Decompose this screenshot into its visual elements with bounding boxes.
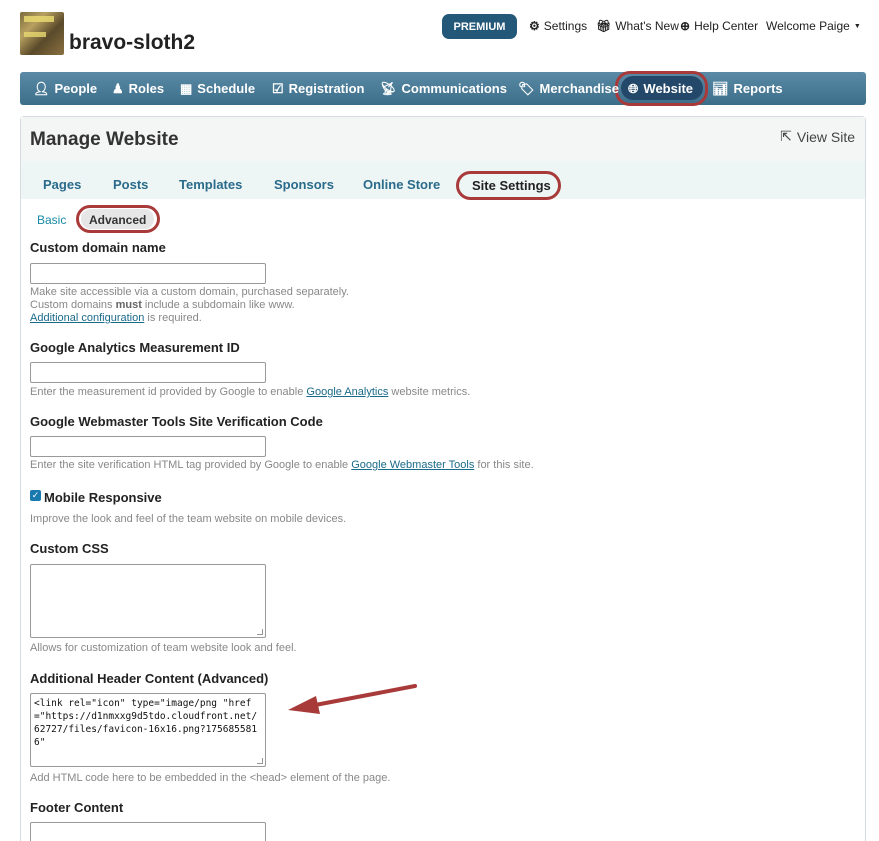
nav-roles-label: Roles xyxy=(128,81,165,96)
nav-registration[interactable]: ☑ Registration xyxy=(272,72,365,105)
custom-domain-help-line1: Make site accessible via a custom domain… xyxy=(30,286,349,298)
google-analytics-link[interactable]: Google Analytics xyxy=(306,386,388,398)
mobile-responsive-label: Mobile Responsive xyxy=(44,490,162,505)
ga-label: Google Analytics Measurement ID xyxy=(30,340,240,355)
custom-domain-help: Make site accessible via a custom domain… xyxy=(30,286,349,325)
custom-domain-help-line2: Custom domains must include a subdomain … xyxy=(30,299,349,312)
checklist-icon: ☑ xyxy=(272,80,284,96)
nav-registration-label: Registration xyxy=(288,81,365,96)
footer-content-textarea[interactable] xyxy=(30,822,266,841)
person-icon: 👤︎ xyxy=(33,80,50,96)
custom-domain-help-line3: Additional configuration is required. xyxy=(30,312,349,325)
custom-css-textarea[interactable] xyxy=(30,564,266,638)
nav-communications-label: Communications xyxy=(401,81,507,96)
caret-down-icon: ▼ xyxy=(853,22,861,30)
tab-online-store[interactable]: Online Store xyxy=(363,177,440,192)
help-text: is required. xyxy=(144,312,202,324)
site-settings-highlight xyxy=(456,171,561,200)
nav-schedule[interactable]: ▦ Schedule xyxy=(180,72,255,105)
ga-help: Enter the measurement id provided by Goo… xyxy=(30,386,470,399)
nav-website[interactable]: 🌐︎ Website xyxy=(628,72,693,105)
roles-icon: ♟ xyxy=(112,80,124,96)
gift-icon: 🎁︎ xyxy=(596,19,612,33)
whats-new-label: What's New xyxy=(615,19,679,33)
calendar-icon: ▦ xyxy=(180,80,193,96)
welcome-label: Welcome Paige xyxy=(766,19,850,33)
view-site-link[interactable]: ⇱ View Site xyxy=(780,128,855,145)
gwt-help: Enter the site verification HTML tag pro… xyxy=(30,459,534,472)
help-center-link[interactable]: ⊕ Help Center xyxy=(680,19,758,33)
gwt-input[interactable] xyxy=(30,436,266,457)
custom-domain-label: Custom domain name xyxy=(30,240,166,255)
help-text: Custom domains xyxy=(30,299,116,311)
broadcast-icon: 📡︎ xyxy=(380,80,397,96)
settings-label: Settings xyxy=(543,19,588,33)
mobile-responsive-help: Improve the look and feel of the team we… xyxy=(30,513,347,525)
premium-button[interactable]: PREMIUM xyxy=(442,14,517,39)
whats-new-link[interactable]: 🎁︎ What's New xyxy=(596,19,679,33)
help-text: website metrics. xyxy=(388,386,471,398)
custom-css-help: Allows for customization of team website… xyxy=(30,642,297,654)
user-menu[interactable]: Welcome Paige ▼ xyxy=(766,19,861,33)
tab-posts[interactable]: Posts xyxy=(113,177,148,192)
nav-merchandise-label: Merchandise xyxy=(539,81,619,96)
bar-chart-icon: 📊︎ xyxy=(712,80,729,96)
gear-icon: ⚙ xyxy=(529,19,540,33)
help-text: include a subdomain like www. xyxy=(141,299,295,311)
nav-people-label: People xyxy=(54,81,98,96)
nav-roles[interactable]: ♟ Roles xyxy=(112,72,164,105)
tab-sponsors[interactable]: Sponsors xyxy=(274,177,334,192)
page-title: Manage Website xyxy=(30,129,179,150)
lifebuoy-icon: ⊕ xyxy=(680,19,691,33)
view-site-label: View Site xyxy=(796,128,855,145)
nav-reports-label: Reports xyxy=(733,81,783,96)
ga-input[interactable] xyxy=(30,362,266,383)
external-link-icon: ⇱ xyxy=(780,128,792,144)
settings-link[interactable]: ⚙ Settings xyxy=(529,19,587,33)
header-content-label: Additional Header Content (Advanced) xyxy=(30,671,269,686)
help-bold: must xyxy=(115,299,142,311)
resize-handle-icon[interactable] xyxy=(257,758,263,764)
resize-handle-icon[interactable] xyxy=(257,629,263,635)
custom-css-label: Custom CSS xyxy=(30,541,109,556)
advanced-highlight xyxy=(76,205,160,233)
team-logo[interactable] xyxy=(20,12,64,55)
custom-domain-input[interactable] xyxy=(30,263,266,284)
header-content-value: <link rel="icon" type="image/png "href="… xyxy=(34,698,258,748)
gwt-label: Google Webmaster Tools Site Verification… xyxy=(30,414,323,429)
tab-templates[interactable]: Templates xyxy=(179,177,242,192)
mobile-responsive-checkbox[interactable]: ✓ xyxy=(30,490,41,501)
help-text: Enter the measurement id provided by Goo… xyxy=(30,386,307,398)
help-text: Enter the site verification HTML tag pro… xyxy=(30,459,352,471)
nav-communications[interactable]: 📡︎ Communications xyxy=(380,72,507,105)
nav-reports[interactable]: 📊︎ Reports xyxy=(712,72,783,105)
additional-configuration-link[interactable]: Additional configuration xyxy=(30,312,144,324)
help-center-label: Help Center xyxy=(694,19,759,33)
tab-pages[interactable]: Pages xyxy=(43,177,81,192)
globe-icon: 🌐︎ xyxy=(628,80,639,96)
tag-icon: 🏷︎ xyxy=(518,80,535,96)
nav-website-label: Website xyxy=(643,81,694,96)
header-content-help: Add HTML code here to be embedded in the… xyxy=(30,772,391,784)
footer-content-label: Footer Content xyxy=(30,800,124,815)
nav-merchandise[interactable]: 🏷︎ Merchandise xyxy=(518,72,619,105)
subtab-basic[interactable]: Basic xyxy=(37,213,66,227)
annotation-arrow-icon xyxy=(288,684,417,714)
app-root: bravo-sloth2 PREMIUM ⚙ Settings 🎁︎ What'… xyxy=(0,0,879,841)
google-webmaster-tools-link[interactable]: Google Webmaster Tools xyxy=(351,459,474,471)
site-name: bravo-sloth2 xyxy=(69,31,196,54)
help-text: for this site. xyxy=(474,459,534,471)
nav-schedule-label: Schedule xyxy=(197,81,256,96)
nav-people[interactable]: 👤︎ People xyxy=(33,72,97,105)
